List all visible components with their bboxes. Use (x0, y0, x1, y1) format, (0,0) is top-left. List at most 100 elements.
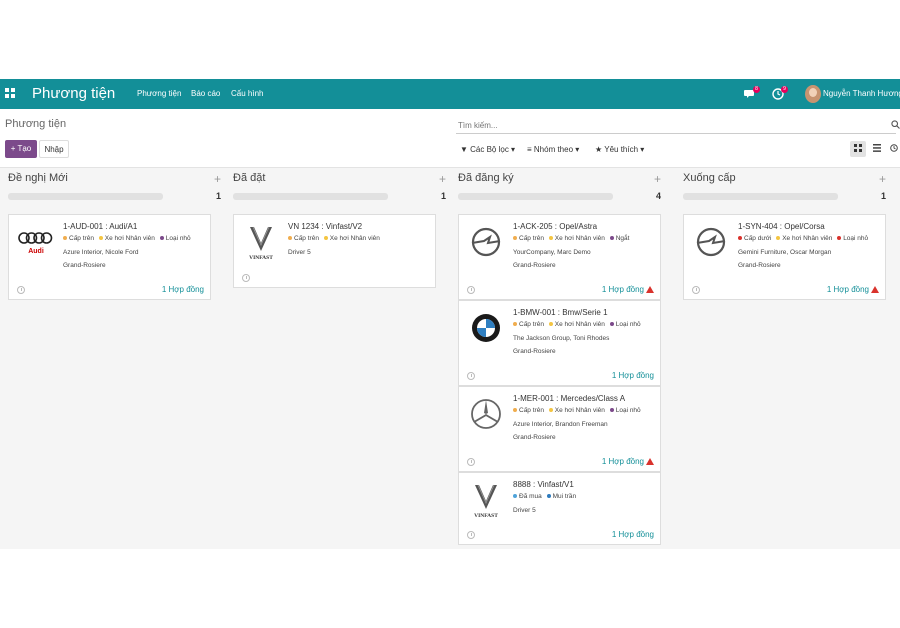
add-card-icon[interactable]: + (214, 172, 221, 186)
column-title: Đã đăng ký (458, 172, 514, 184)
vehicle-name: VN 1234 : Vinfast/V2 (288, 222, 363, 231)
add-card-icon[interactable]: + (879, 172, 886, 186)
driver-line: Gemini Furniture, Oscar Morgan (738, 249, 832, 256)
tag-list: Cấp trên Xe hơi Nhân viên Loại nhỏ (513, 321, 641, 328)
add-card-icon[interactable]: + (654, 172, 661, 186)
tag-label: Loại nhỏ (615, 321, 641, 328)
search-icon[interactable] (891, 120, 900, 131)
activity-clock-icon[interactable] (467, 458, 475, 466)
svg-text:VINFAST: VINFAST (474, 513, 498, 519)
tag-dot (323, 236, 328, 241)
tag-dot (513, 322, 517, 327)
contract-label: 1 Hợp đồng (601, 457, 644, 466)
vinfast-logo: VINFAST (467, 481, 505, 519)
tag-dot (513, 236, 517, 241)
tag-dot (776, 236, 781, 241)
tag-label: Cấp trên (519, 235, 544, 242)
import-button[interactable]: Nhập (39, 140, 69, 158)
contract-link[interactable]: 1 Hợp đồng (162, 285, 204, 294)
bmw-logo (467, 309, 505, 347)
opel-logo (692, 223, 730, 261)
activity-clock-icon[interactable] (467, 286, 475, 294)
tag-label: Xe hơi Nhân viên (554, 321, 605, 328)
favorites-button[interactable]: ★ Yêu thích ▾ (595, 145, 644, 154)
tag-label: Cấp trên (69, 235, 94, 242)
chat-badge: 8 (753, 86, 760, 93)
column-progress-bar[interactable] (233, 193, 388, 200)
vinfast-logo: VINFAST (242, 223, 280, 261)
tag-dot (609, 408, 614, 413)
tag-list: Cấp trên Xe hơi Nhân viên Loại nhỏ (513, 407, 641, 414)
vehicle-name: 1-ACK-205 : Opel/Astra (513, 222, 598, 231)
menu-item-vehicles[interactable]: Phương tiện (137, 89, 181, 98)
tag-dot (98, 236, 103, 241)
tag-dot (609, 236, 614, 241)
column-progress-bar[interactable] (8, 193, 163, 200)
mercedes-logo (467, 395, 505, 433)
driver-line: The Jackson Group, Toni Rhodes (513, 335, 610, 342)
tag-dot (288, 236, 292, 241)
warning-icon (646, 286, 654, 293)
tag-dot (513, 494, 517, 499)
contract-link[interactable]: 1 Hợp đồng (827, 285, 879, 294)
audi-logo: Audi (17, 223, 55, 261)
tag-label: Ngắt (615, 235, 630, 242)
list-view-icon[interactable] (869, 141, 885, 157)
activity-clock-icon[interactable] (467, 372, 475, 380)
driver-line: YourCompany, Marc Demo (513, 249, 591, 256)
activity-clock-icon[interactable] (17, 286, 25, 294)
control-panel: Phương tiện + Tạo Nhập ▼ Các Bộ lọc ▾ ≡ … (0, 109, 900, 168)
menu-item-config[interactable]: Cấu hình (231, 89, 263, 98)
tag-label: Xe hơi Nhân viên (104, 235, 155, 242)
driver-line: Azure Interior, Nicole Ford (63, 249, 139, 256)
add-card-icon[interactable]: + (439, 172, 446, 186)
activity-clock-icon[interactable] (467, 531, 475, 539)
location-line: Grand-Rosiere (513, 262, 556, 269)
tag-label: Xe hơi Nhân viên (329, 235, 380, 242)
tag-list: Cấp trên Xe hơi Nhân viên (288, 235, 380, 242)
avatar[interactable] (805, 85, 821, 103)
contract-label: 1 Hợp đồng (161, 285, 204, 294)
column-title: Đề nghị Mới (8, 172, 68, 184)
driver-line: Azure Interior, Brandon Freeman (513, 421, 608, 428)
tag-label: Loại nhỏ (843, 235, 869, 242)
contract-label: 1 Hợp đồng (601, 285, 644, 294)
warning-icon (646, 458, 654, 465)
filters-button[interactable]: ▼ Các Bộ lọc ▾ (460, 145, 515, 154)
vehicle-card[interactable]: 1-ACK-205 : Opel/Astra Cấp trên Xe hơi N… (458, 214, 661, 300)
column-title: Đã đặt (233, 172, 266, 184)
column-progress-bar[interactable] (683, 193, 838, 200)
location-line: Grand-Rosiere (738, 262, 781, 269)
vehicle-card[interactable]: VINFAST VN 1234 : Vinfast/V2 Cấp trên Xe… (233, 214, 436, 288)
groupby-button[interactable]: ≡ Nhóm theo ▾ (527, 145, 579, 154)
driver-line: Driver 5 (288, 249, 311, 256)
contract-link[interactable]: 1 Hợp đồng (612, 530, 654, 539)
vehicle-name: 1-MER-001 : Mercedes/Class A (513, 394, 626, 403)
activity-clock-icon[interactable] (692, 286, 700, 294)
kanban-view-icon[interactable] (850, 141, 866, 157)
search-input[interactable] (456, 117, 896, 134)
vehicle-card[interactable]: Audi 1-AUD-001 : Audi/A1 Cấp trên Xe hơi… (8, 214, 211, 300)
vehicle-name: 1-SYN-404 : Opel/Corsa (738, 222, 825, 231)
apps-menu-icon[interactable] (5, 88, 15, 98)
contract-link[interactable]: 1 Hợp đồng (602, 457, 654, 466)
vehicle-card[interactable]: 1-BMW-001 : Bmw/Serie 1 Cấp trên Xe hơi … (458, 300, 661, 386)
tag-list: Cấp trên Xe hơi Nhân viên Loại nhỏ (63, 235, 191, 242)
user-name[interactable]: Nguyễn Thanh Hương (823, 89, 900, 98)
vehicle-card[interactable]: 1-MER-001 : Mercedes/Class A Cấp trên Xe… (458, 386, 661, 472)
vehicle-card[interactable]: VINFAST 8888 : Vinfast/V1 Đã mua Mui trầ… (458, 472, 661, 545)
tag-dot (548, 236, 553, 241)
svg-text:VINFAST: VINFAST (249, 255, 273, 261)
column-count: 4 (655, 191, 661, 201)
app-title[interactable]: Phương tiện (32, 85, 115, 102)
column-title: Xuống cấp (683, 172, 736, 184)
contract-link[interactable]: 1 Hợp đồng (612, 371, 654, 380)
menu-item-reports[interactable]: Báo cáo (191, 89, 220, 98)
create-button[interactable]: + Tạo (5, 140, 37, 158)
activity-clock-icon[interactable] (242, 274, 250, 282)
column-progress-bar[interactable] (458, 193, 613, 200)
vehicle-card[interactable]: 1-SYN-404 : Opel/Corsa Cấp dưới Xe hơi N… (683, 214, 886, 300)
activity-view-icon[interactable] (888, 141, 900, 157)
tag-dot (63, 236, 67, 241)
contract-link[interactable]: 1 Hợp đồng (602, 285, 654, 294)
